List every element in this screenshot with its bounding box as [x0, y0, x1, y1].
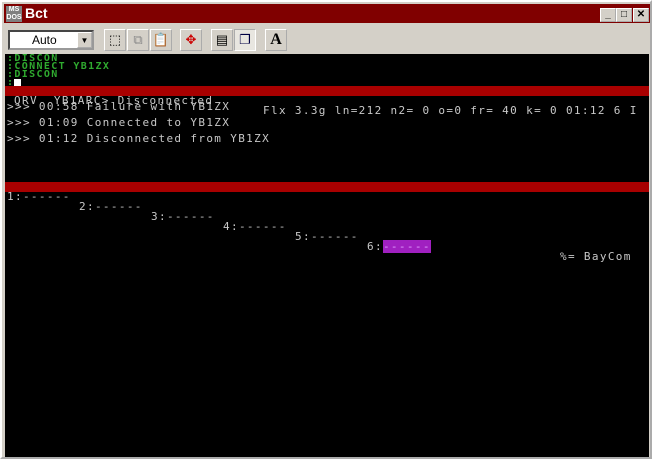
title-bar: MS DOS Bct _ □ ✕	[4, 4, 650, 23]
channel-2[interactable]: 2:------	[79, 201, 143, 212]
font-size-select[interactable]: Auto ▼	[8, 30, 94, 50]
copy-icon: ⧉	[133, 32, 143, 47]
move-icon: ✥	[185, 32, 197, 47]
app-logo-icon: MS DOS	[6, 6, 22, 22]
font-size-value: Auto	[32, 33, 57, 47]
terminal-area[interactable]: :DISCON :CONNECT YB1ZX :DISCON : QRV YB1…	[5, 54, 649, 457]
channel-6[interactable]: 6:------	[367, 240, 431, 253]
toolbar: Auto ▼ ⬚ ⧉ 📋 ✥ ▤ ❐ A	[4, 25, 650, 53]
mode-indicator: %= BayCom	[560, 250, 632, 263]
log-line: >>> 01:09 Connected to YB1ZX	[7, 116, 231, 129]
status-bar: QRV YB1ARC> Disconnected Flx 3.3g ln=212…	[5, 86, 649, 116]
window-icon: ❐	[239, 32, 251, 47]
log-line: >>> 00:58 Failure with YB1ZX	[7, 100, 231, 113]
font-icon: A	[270, 31, 282, 48]
command-line: :DISCON	[7, 69, 59, 80]
properties-button[interactable]: ▤	[211, 29, 233, 51]
channel-1[interactable]: 1:------	[7, 191, 71, 202]
mark-button[interactable]: ⬚	[104, 29, 126, 51]
background-button[interactable]: ❐	[234, 29, 256, 51]
log-line: >>> 01:12 Disconnected from YB1ZX	[7, 132, 271, 145]
select-icon: ⬚	[108, 32, 122, 47]
app-window: MS DOS Bct _ □ ✕ Auto ▼ ⬚ ⧉ 📋 ✥ ▤ ❐ A :DIS…	[0, 0, 652, 459]
fullscreen-button[interactable]: ✥	[180, 29, 202, 51]
paste-button[interactable]: 📋	[150, 29, 172, 51]
maximize-button[interactable]: □	[616, 8, 632, 22]
channel-6-label: 6:	[367, 240, 383, 253]
paste-icon: 📋	[152, 32, 170, 47]
channel-4[interactable]: 4:------	[223, 221, 287, 232]
status-right: Flx 3.3g ln=212 n2= 0 o=0 fr= 40 k= 0 01…	[263, 104, 638, 117]
copy-button[interactable]: ⧉	[127, 29, 149, 51]
window-title: Bct	[25, 5, 48, 21]
channel-bar: 1:------ 2:------ 3:------ 4:------ 5:--…	[5, 182, 649, 262]
channel-5[interactable]: 5:------	[295, 231, 359, 242]
channel-6-active: ------	[382, 240, 431, 253]
minimize-button[interactable]: _	[600, 8, 616, 22]
chevron-down-icon[interactable]: ▼	[77, 32, 92, 48]
channel-3[interactable]: 3:------	[151, 211, 215, 222]
properties-icon: ▤	[215, 32, 229, 47]
close-button[interactable]: ✕	[633, 8, 649, 22]
font-button[interactable]: A	[265, 29, 287, 51]
